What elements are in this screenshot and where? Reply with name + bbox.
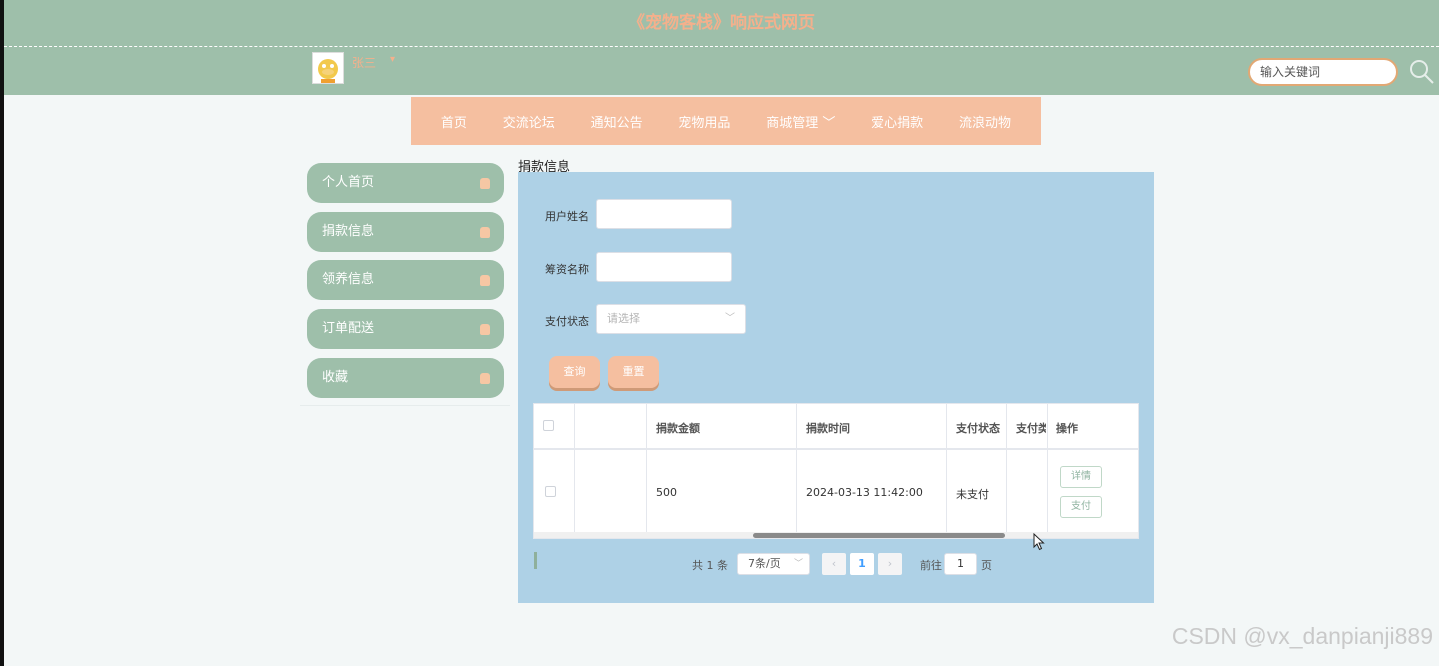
col-header-status: 支付状态 (956, 422, 1000, 435)
sidebar-item-profile[interactable]: 个人首页 (307, 163, 504, 203)
page-number-current[interactable]: 1 (850, 553, 874, 575)
main-nav: 首页 交流论坛 通知公告 宠物用品 商城管理 ﹀ 爱心捐款 流浪动物 (411, 97, 1041, 145)
pagination-total: 共 1 条 (692, 559, 728, 572)
user-name-input[interactable] (596, 199, 732, 229)
donation-table: 捐款金额 捐款时间 支付状态 支付类型 操作 500 2024-03-13 11… (533, 403, 1139, 539)
paw-icon (480, 227, 490, 238)
col-header-time: 捐款时间 (806, 422, 850, 435)
username[interactable]: 张三 (352, 54, 376, 71)
sidebar-item-label: 捐款信息 (322, 224, 375, 239)
page-size-select[interactable]: 7条/页 ﹀ (737, 553, 810, 575)
sidebar-item-adoption[interactable]: 领养信息 (307, 260, 504, 300)
header-divider (4, 46, 1439, 47)
reset-button[interactable]: 重置 (608, 356, 659, 388)
paw-icon (480, 178, 490, 189)
row-status: 未支付 (956, 488, 989, 501)
sidebar-item-label: 领养信息 (322, 272, 375, 287)
select-all-checkbox[interactable] (543, 420, 554, 431)
scrollbar-thumb[interactable] (753, 533, 1005, 538)
pay-status-placeholder: 请选择 (607, 312, 640, 325)
page-size-value: 7条/页 (748, 557, 781, 570)
watermark: CSDN @vx_danpianji889 (1171, 623, 1433, 649)
avatar[interactable] (312, 52, 344, 84)
donation-panel: 用户姓名 筹资名称 支付状态 请选择 ﹀ 查询 重置 捐款金额 捐款时间 支付状… (518, 172, 1154, 603)
sidebar-item-label: 订单配送 (322, 321, 375, 336)
top-header: 《宠物客栈》响应式网页 (4, 0, 1439, 95)
detail-button[interactable]: 详情 (1060, 466, 1102, 488)
pay-status-select[interactable]: 请选择 ﹀ (596, 304, 746, 334)
nav-stray-animals[interactable]: 流浪动物 (959, 112, 1011, 131)
col-header-actions: 操作 (1056, 422, 1078, 435)
nav-donations[interactable]: 爱心捐款 (871, 112, 923, 131)
chevron-down-icon: ﹀ (725, 313, 735, 324)
mouse-cursor-icon (1033, 533, 1045, 551)
site-title: 《宠物客栈》响应式网页 (628, 13, 815, 33)
sidebar-item-label: 收藏 (322, 370, 349, 385)
nav-mall-management[interactable]: 商城管理 ﹀ (766, 112, 835, 131)
chevron-down-icon: ﹀ (793, 559, 803, 569)
row-amount: 500 (656, 486, 677, 499)
goto-page-input[interactable]: 1 (944, 553, 977, 575)
pay-status-label: 支付状态 (545, 315, 589, 328)
sidebar-item-delivery[interactable]: 订单配送 (307, 309, 504, 349)
col-header-amount: 捐款金额 (656, 422, 700, 435)
page-unit-label: 页 (981, 559, 992, 572)
nav-notices[interactable]: 通知公告 (591, 112, 643, 131)
paw-icon (480, 275, 490, 286)
prev-page-button[interactable]: ‹ (822, 553, 846, 575)
row-checkbox[interactable] (545, 486, 556, 497)
paw-icon (480, 373, 490, 384)
sidebar-item-favorites[interactable]: 收藏 (307, 358, 504, 398)
user-menu-caret-icon[interactable]: ▾ (390, 54, 395, 65)
search-input[interactable] (1248, 58, 1398, 86)
goto-label: 前往 (920, 559, 942, 572)
search-button[interactable]: 查询 (549, 356, 600, 388)
col-header-type: 支付类型 (1016, 422, 1046, 435)
sidebar-item-label: 个人首页 (322, 175, 375, 190)
fund-name-label: 筹资名称 (545, 263, 589, 276)
paw-icon (480, 324, 490, 335)
next-page-button[interactable]: › (878, 553, 902, 575)
sidebar-item-donations[interactable]: 捐款信息 (307, 212, 504, 252)
nav-home[interactable]: 首页 (441, 112, 467, 131)
nav-forum[interactable]: 交流论坛 (503, 112, 555, 131)
fund-name-input[interactable] (596, 252, 732, 282)
duck-avatar-icon (318, 59, 338, 83)
row-time: 2024-03-13 11:42:00 (806, 486, 923, 499)
sidebar: 个人首页 捐款信息 领养信息 订单配送 收藏 (300, 156, 510, 406)
nav-pet-supplies[interactable]: 宠物用品 (678, 112, 730, 131)
search-icon[interactable] (1408, 58, 1436, 86)
user-name-label: 用户姓名 (545, 210, 589, 223)
accent-bar (534, 552, 537, 569)
pay-button[interactable]: 支付 (1060, 496, 1102, 518)
